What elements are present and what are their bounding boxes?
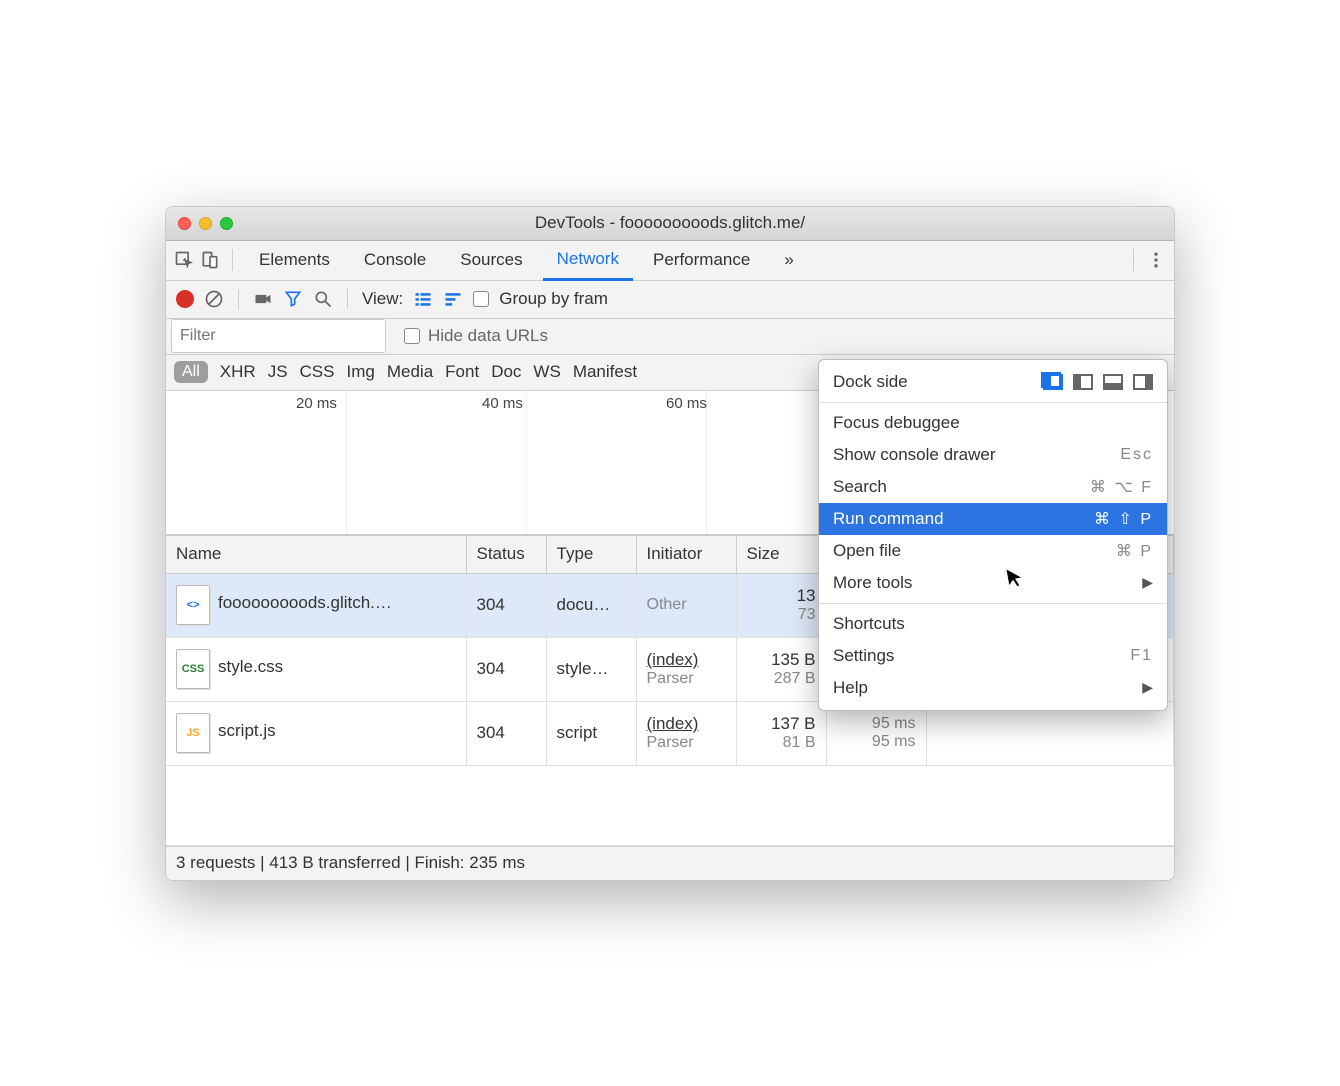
clear-icon[interactable] bbox=[204, 289, 224, 309]
search-icon[interactable] bbox=[313, 289, 333, 309]
record-button[interactable] bbox=[176, 290, 194, 308]
menu-item[interactable]: More tools▶ bbox=[819, 567, 1167, 599]
filter-input[interactable] bbox=[171, 319, 386, 353]
filter-icon[interactable] bbox=[283, 289, 303, 309]
status-bar: 3 requests | 413 B transferred | Finish:… bbox=[166, 846, 1174, 880]
hide-urls-checkbox[interactable] bbox=[404, 328, 420, 344]
file-icon: CSS bbox=[176, 649, 210, 689]
network-toolbar: View: Group by fram bbox=[166, 281, 1174, 319]
timeline-tick: 20 ms bbox=[296, 395, 337, 412]
menu-item[interactable]: Search⌘ ⌥ F bbox=[819, 471, 1167, 503]
large-rows-icon[interactable] bbox=[413, 289, 433, 309]
type-manifest[interactable]: Manifest bbox=[573, 362, 637, 382]
tab-network[interactable]: Network bbox=[543, 241, 633, 281]
group-label: Group by fram bbox=[499, 289, 608, 309]
tab-console[interactable]: Console bbox=[350, 240, 440, 280]
dock-left-icon[interactable] bbox=[1073, 374, 1093, 390]
type-doc[interactable]: Doc bbox=[491, 362, 521, 382]
type-js[interactable]: JS bbox=[268, 362, 288, 382]
menu-item[interactable]: Run command⌘ ⇧ P bbox=[819, 503, 1167, 535]
timeline-tick: 40 ms bbox=[482, 395, 523, 412]
filter-row: Hide data URLs bbox=[166, 319, 1174, 355]
menu-item[interactable]: Help▶ bbox=[819, 672, 1167, 704]
titlebar: DevTools - fooooooooods.glitch.me/ bbox=[166, 207, 1174, 241]
devtools-window: DevTools - fooooooooods.glitch.me/ Eleme… bbox=[165, 206, 1175, 881]
menu-item[interactable]: Show console drawerEsc bbox=[819, 439, 1167, 471]
type-css[interactable]: CSS bbox=[300, 362, 335, 382]
dock-bottom-icon[interactable] bbox=[1103, 374, 1123, 390]
type-ws[interactable]: WS bbox=[533, 362, 560, 382]
menu-item[interactable]: Open file⌘ P bbox=[819, 535, 1167, 567]
menu-item[interactable]: Shortcuts bbox=[819, 608, 1167, 640]
view-label: View: bbox=[362, 289, 403, 309]
kebab-menu-icon[interactable] bbox=[1146, 250, 1166, 270]
dock-side-label: Dock side bbox=[833, 372, 908, 392]
type-all[interactable]: All bbox=[174, 361, 208, 383]
camera-icon[interactable] bbox=[253, 289, 273, 309]
inspect-icon[interactable] bbox=[174, 250, 194, 270]
col-name[interactable]: Name bbox=[166, 535, 466, 573]
main-menu-dropdown: Dock side Focus debuggeeShow console dra… bbox=[818, 359, 1168, 711]
col-type[interactable]: Type bbox=[546, 535, 636, 573]
timeline-tick: 60 ms bbox=[666, 395, 707, 412]
tab-sources[interactable]: Sources bbox=[446, 240, 536, 280]
tab-performance[interactable]: Performance bbox=[639, 240, 764, 280]
device-toggle-icon[interactable] bbox=[200, 250, 220, 270]
status-text: 3 requests | 413 B transferred | Finish:… bbox=[176, 853, 525, 873]
hide-urls-label: Hide data URLs bbox=[428, 326, 548, 346]
tab-elements[interactable]: Elements bbox=[245, 240, 344, 280]
type-media[interactable]: Media bbox=[387, 362, 433, 382]
col-status[interactable]: Status bbox=[466, 535, 546, 573]
overview-icon[interactable] bbox=[443, 289, 463, 309]
col-initiator[interactable]: Initiator bbox=[636, 535, 736, 573]
dock-undock-icon[interactable] bbox=[1043, 374, 1063, 390]
menu-item[interactable]: Focus debuggee bbox=[819, 407, 1167, 439]
file-icon: JS bbox=[176, 713, 210, 753]
col-size[interactable]: Size bbox=[736, 535, 826, 573]
dock-right-icon[interactable] bbox=[1133, 374, 1153, 390]
type-img[interactable]: Img bbox=[347, 362, 375, 382]
table-row[interactable]: JSscript.js 304 script (index)Parser 137… bbox=[166, 701, 1174, 765]
tabs-overflow[interactable]: » bbox=[770, 240, 807, 280]
type-font[interactable]: Font bbox=[445, 362, 479, 382]
menu-item[interactable]: SettingsF1 bbox=[819, 640, 1167, 672]
panel-tabbar: Elements Console Sources Network Perform… bbox=[166, 241, 1174, 281]
file-icon: <> bbox=[176, 585, 210, 625]
window-title: DevTools - fooooooooods.glitch.me/ bbox=[166, 213, 1174, 233]
type-xhr[interactable]: XHR bbox=[220, 362, 256, 382]
group-checkbox[interactable] bbox=[473, 291, 489, 307]
